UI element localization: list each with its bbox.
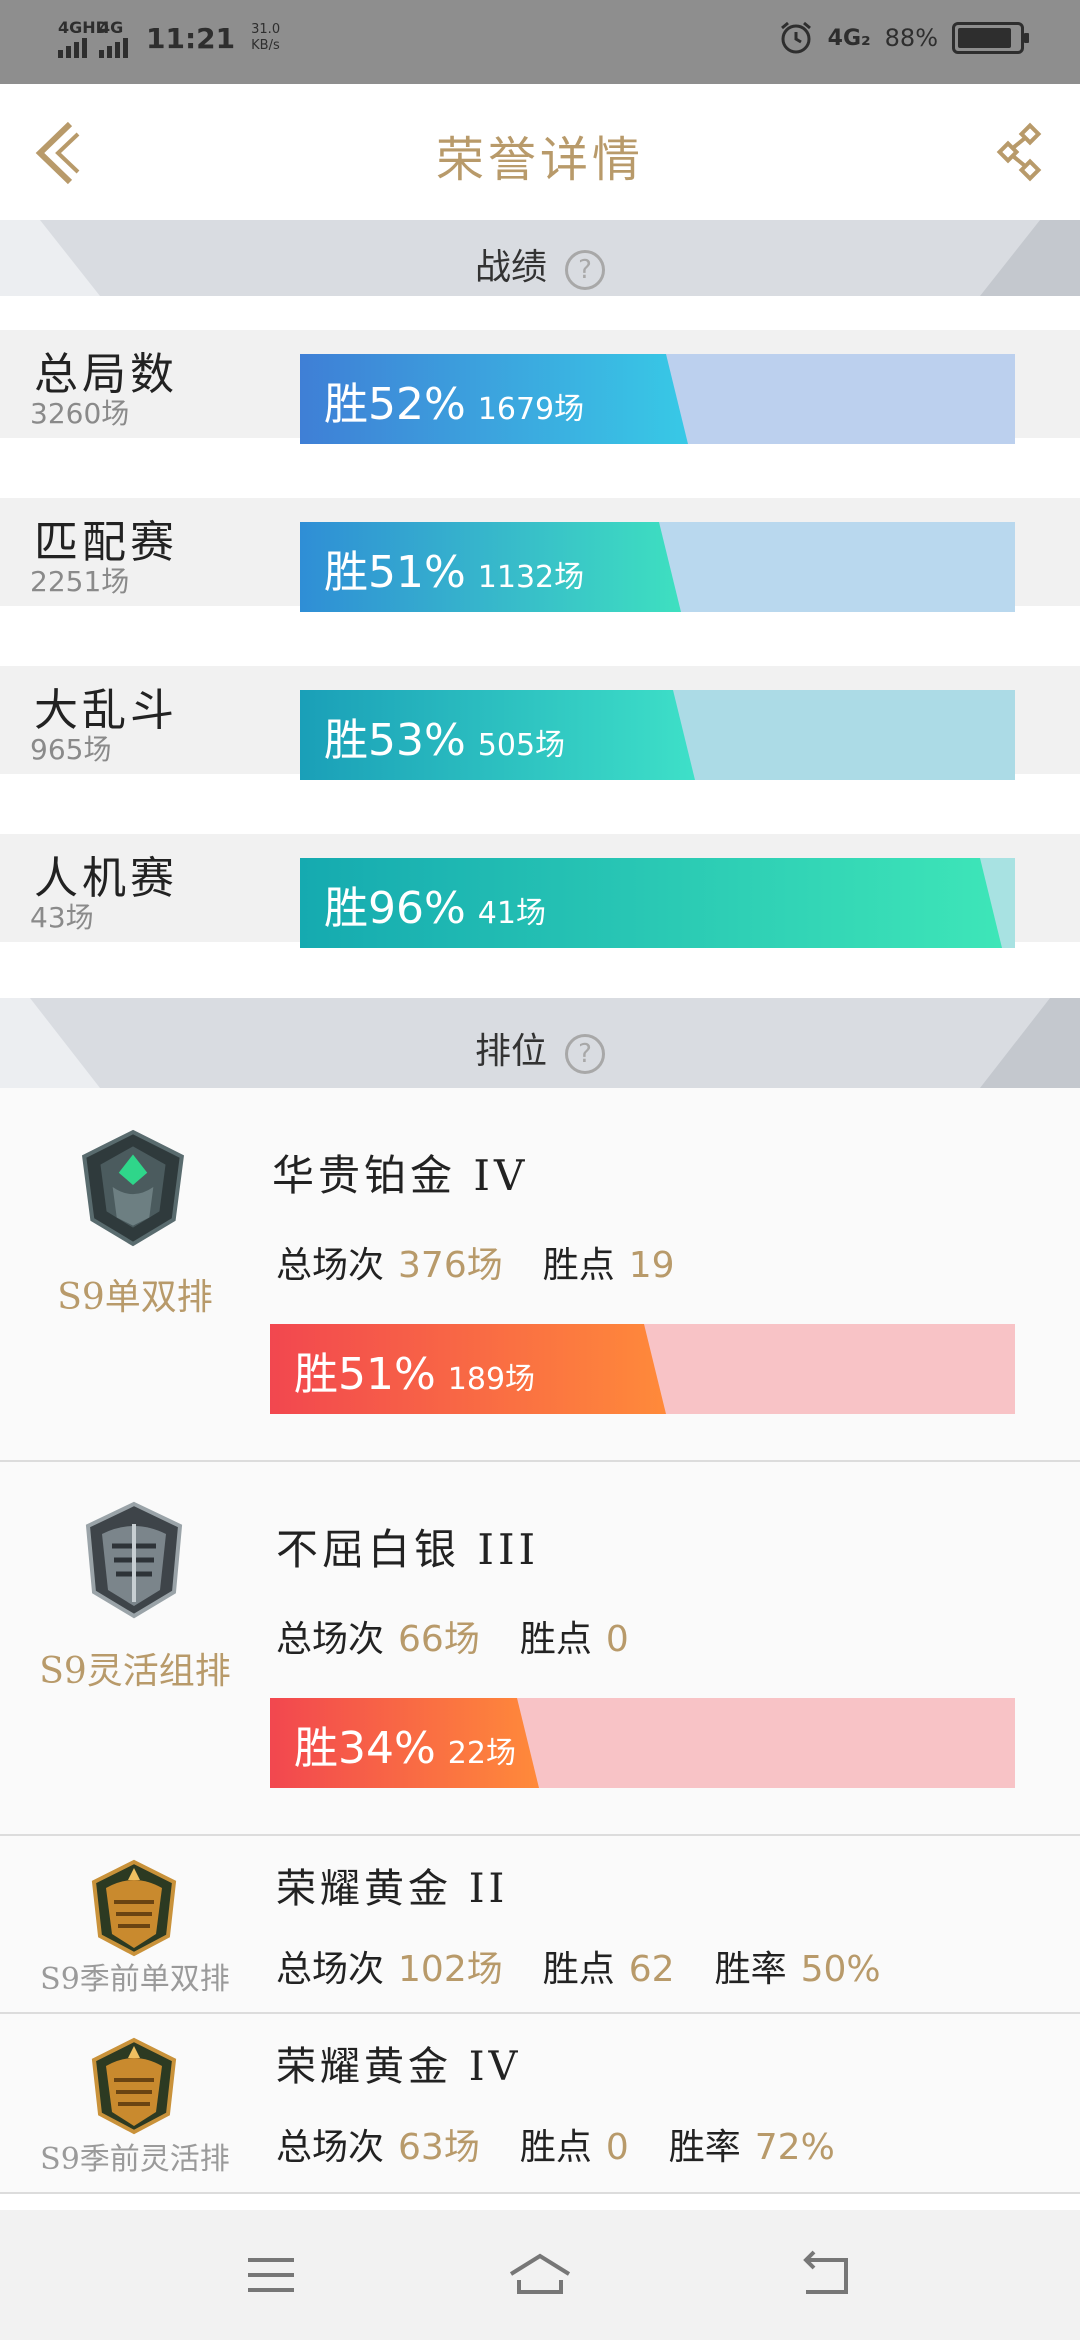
wins-count: 1132场 [477, 560, 585, 595]
stat-row[interactable]: 人机赛 43场 胜96% 41场 [0, 834, 1080, 948]
total-games-label: 总场次 [276, 1949, 385, 1990]
clock: 11:21 [146, 21, 236, 55]
win-rate-text: 胜52% [324, 379, 466, 430]
help-icon[interactable]: ? [565, 250, 605, 290]
back-icon[interactable] [790, 2240, 860, 2310]
battery-percent: 88% [884, 24, 938, 52]
rank-stats: 总场次 63场 胜点 0 胜率 72% [276, 2118, 835, 2170]
rank-queue-label: S9季前单双排 [40, 1962, 230, 1997]
platinum-emblem-icon [81, 1129, 185, 1247]
stat-row[interactable]: 总局数 3260场 胜52% 1679场 [0, 330, 1080, 444]
league-points-label: 胜点 [542, 1245, 615, 1286]
wins-count: 1679场 [477, 392, 585, 427]
league-points-label: 胜点 [519, 2127, 592, 2168]
rank-section-title: 排位 [474, 1031, 547, 1072]
win-rate-text: 胜51% [324, 547, 466, 598]
win-rate-bar: 胜34% 22场 [270, 1698, 1015, 1788]
battery-icon [952, 22, 1029, 54]
system-nav-bar [0, 2210, 1080, 2340]
signal-sim1-icon: 4GHD [58, 18, 109, 58]
rank-stats: 总场次 66场 胜点 0 [276, 1610, 669, 1662]
rank-tier: 不屈白银 III [276, 1525, 540, 1574]
alarm-icon [780, 21, 811, 54]
wins-count: 189场 [447, 1362, 536, 1397]
network-speed: 31.0 KB/s [251, 22, 281, 53]
total-games-value: 66场 [398, 1619, 480, 1660]
rank-block[interactable]: S9季前单双排 荣耀黄金 II 总场次 102场 胜点 62 胜率 50% [0, 1836, 1080, 2014]
total-games-label: 总场次 [276, 2127, 385, 2168]
win-rate-text: 胜34% [294, 1723, 436, 1774]
win-rate-text: 胜53% [324, 715, 466, 766]
league-points-label: 胜点 [519, 1619, 592, 1660]
rank-tier: 荣耀黄金 II [276, 1866, 509, 1912]
help-icon[interactable]: ? [565, 1034, 605, 1074]
league-points-value: 19 [628, 1245, 675, 1286]
win-rate-label: 胜率 [714, 1949, 787, 1990]
rank-block[interactable]: S9灵活组排 不屈白银 III 总场次 66场 胜点 0 胜34% 22场 [0, 1462, 1080, 1836]
win-rate-bar: 胜51% 189场 [270, 1324, 1015, 1414]
win-rate-bar: 胜52% 1679场 [300, 354, 1015, 444]
page-title: 荣誉详情 [435, 132, 644, 188]
rank-stats: 总场次 102场 胜点 62 胜率 50% [276, 1940, 881, 1992]
stat-total-count: 965场 [30, 733, 112, 766]
win-rate-text: 胜96% [324, 883, 466, 934]
win-rate-value: 72% [754, 2127, 835, 2168]
rank-tier: 华贵铂金 IV [272, 1151, 529, 1200]
status-bar: 4GHD 4G 11:21 31.0 KB/s 4G₂ 88% [0, 0, 1080, 84]
stat-row[interactable]: 大乱斗 965场 胜53% 505场 [0, 666, 1080, 780]
league-points-value: 0 [605, 2127, 629, 2168]
rank-queue-label: S9季前灵活排 [40, 2142, 230, 2177]
rank-queue-label: S9灵活组排 [39, 1651, 231, 1692]
win-rate-text: 胜51% [294, 1349, 436, 1400]
stat-total-count: 3260场 [30, 397, 130, 430]
stats-section-title: 战绩 [474, 247, 547, 288]
rank-queue-label: S9单双排 [57, 1277, 213, 1318]
gold-emblem-icon [91, 2037, 177, 2135]
signal-sim2-icon: 4G [99, 18, 128, 58]
win-rate-bar: 胜53% 505场 [300, 690, 1015, 780]
total-games-label: 总场次 [276, 1245, 385, 1286]
stat-total-count: 43场 [30, 901, 94, 934]
gold-emblem-icon [91, 1859, 177, 1957]
win-rate-value: 50% [800, 1949, 881, 1990]
league-points-label: 胜点 [542, 1949, 615, 1990]
win-rate-bar: 胜51% 1132场 [300, 522, 1015, 612]
home-icon[interactable] [505, 2240, 575, 2310]
stat-total-count: 2251场 [30, 565, 130, 598]
rank-block[interactable]: S9季前灵活排 荣耀黄金 IV 总场次 63场 胜点 0 胜率 72% [0, 2014, 1080, 2194]
rank-tier: 荣耀黄金 IV [276, 2044, 522, 2090]
league-points-value: 0 [605, 1619, 629, 1660]
total-games-label: 总场次 [276, 1619, 385, 1660]
menu-icon[interactable] [236, 2240, 306, 2310]
wins-count: 22场 [447, 1736, 516, 1771]
share-icon[interactable] [990, 122, 1050, 182]
wins-count: 41场 [477, 896, 546, 931]
network-type: 4G₂ [827, 25, 871, 51]
silver-emblem-icon [85, 1501, 183, 1619]
total-games-value: 376场 [398, 1245, 503, 1286]
total-games-value: 102场 [398, 1949, 503, 1990]
header: 荣誉详情 [0, 84, 1080, 220]
rank-block[interactable]: S9单双排 华贵铂金 IV 总场次 376场 胜点 19 胜51% 189场 [0, 1088, 1080, 1462]
rank-section-header: 排位? [0, 998, 1080, 1088]
stats-section-header: 战绩? [0, 220, 1080, 296]
win-rate-label: 胜率 [668, 2127, 741, 2168]
total-games-value: 63场 [398, 2127, 480, 2168]
league-points-value: 62 [628, 1949, 675, 1990]
win-rate-bar: 胜96% 41场 [300, 858, 1015, 948]
wins-count: 505场 [477, 728, 566, 763]
stat-row[interactable]: 匹配赛 2251场 胜51% 1132场 [0, 498, 1080, 612]
rank-stats: 总场次 376场 胜点 19 [276, 1236, 715, 1288]
